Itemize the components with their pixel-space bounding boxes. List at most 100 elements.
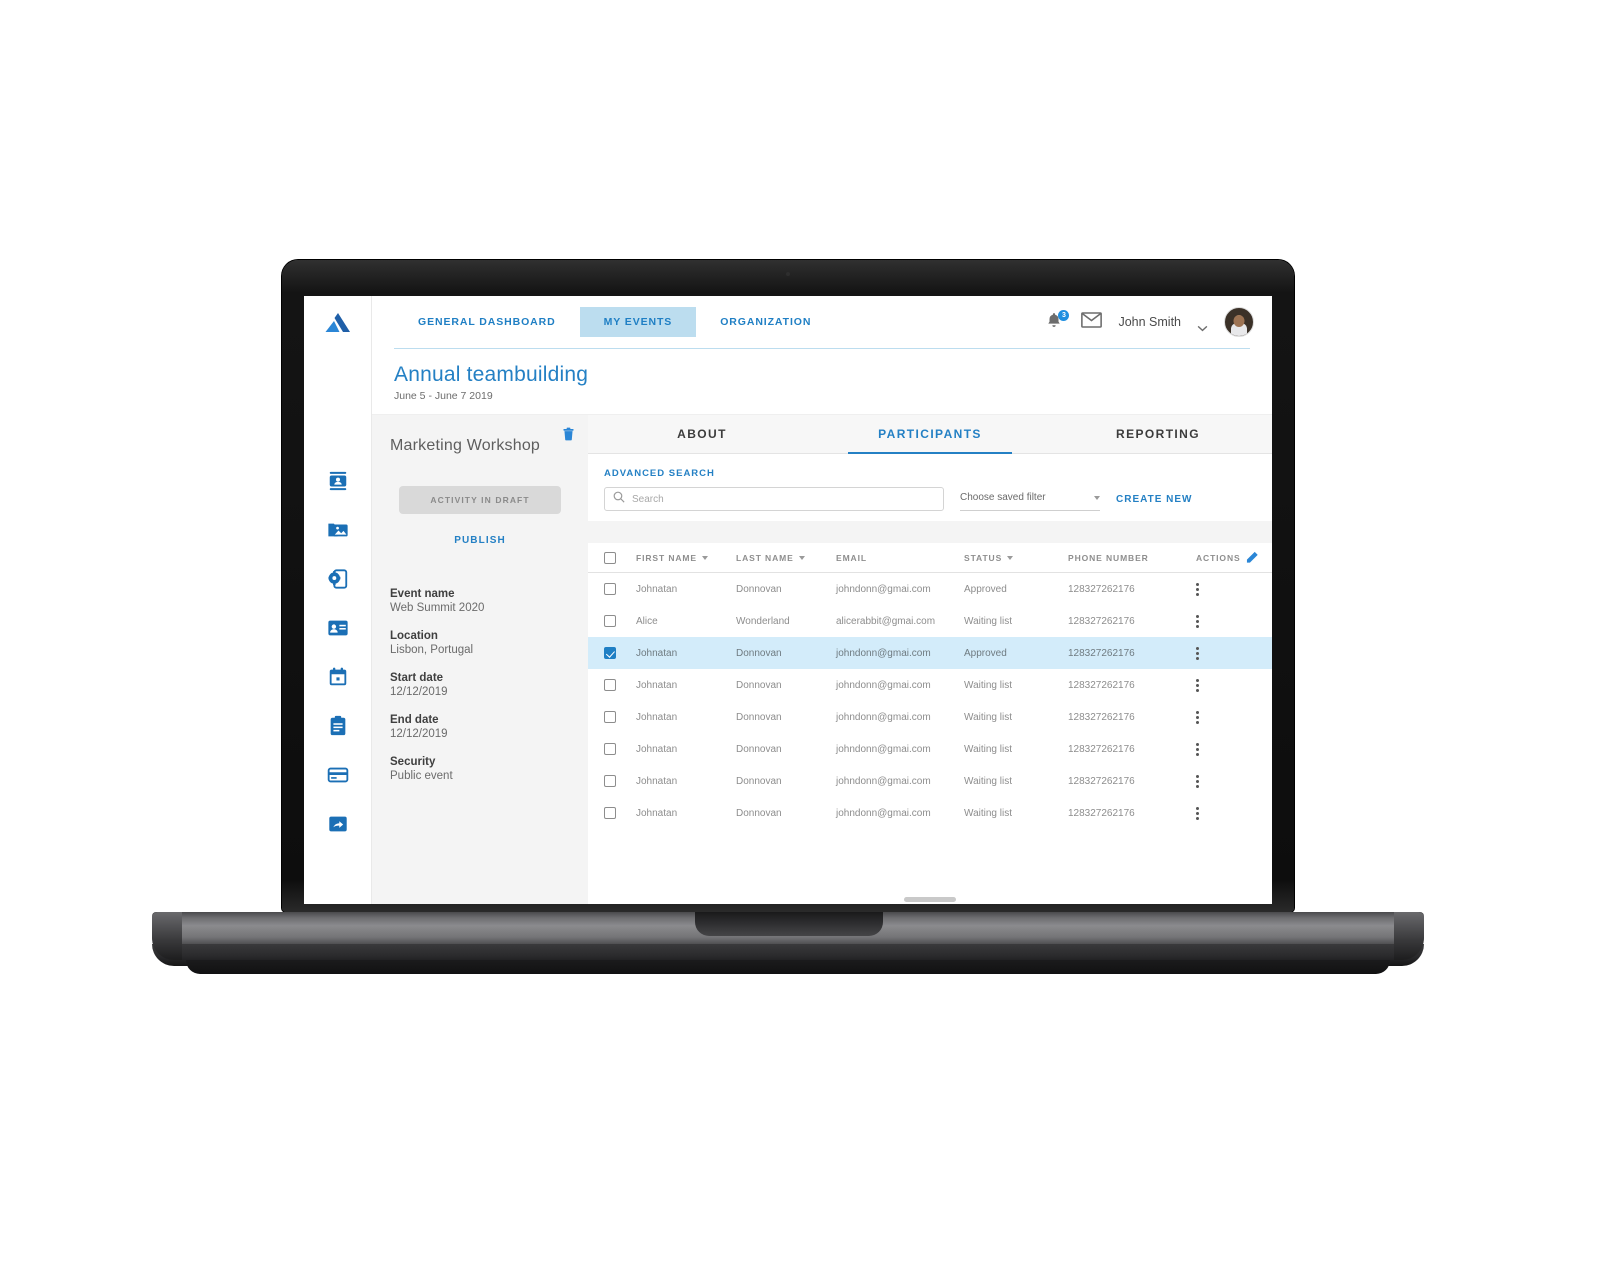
row-menu-icon[interactable]	[1196, 678, 1199, 692]
cell-status: Waiting list	[964, 679, 1012, 691]
user-name-label: John Smith	[1118, 315, 1181, 329]
row-menu-icon[interactable]	[1196, 774, 1199, 788]
cell-status: Waiting list	[964, 775, 1012, 787]
table-row[interactable]: Alice Wonderland alicerabbit@gmai.com Waiti…	[588, 605, 1272, 637]
cell-actions	[1196, 806, 1256, 820]
column-header-phone-number[interactable]: PHONE NUMBER	[1068, 553, 1196, 563]
cell-actions	[1196, 582, 1256, 596]
sidebar-rail	[304, 296, 372, 904]
sort-caret-icon	[798, 555, 805, 560]
row-checkbox[interactable]	[604, 583, 616, 595]
id-badge-icon[interactable]	[327, 617, 349, 639]
chevron-down-icon[interactable]	[1197, 319, 1208, 331]
cell-status: Waiting list	[964, 743, 1012, 755]
credit-card-icon[interactable]	[327, 764, 349, 786]
cell-actions	[1196, 742, 1256, 756]
contact-card-icon[interactable]	[327, 470, 349, 492]
column-header-status[interactable]: STATUS	[964, 553, 1068, 563]
cell-actions	[1196, 678, 1256, 692]
event-detail-panel: Marketing Workshop ACTIVITY IN DRAFT PUB…	[372, 415, 588, 904]
share-icon[interactable]	[327, 813, 349, 835]
cell-phone-number: 128327262176	[1068, 679, 1135, 691]
table-row[interactable]: Johnatan Donnovan johndonn@gmai.com Waiting…	[588, 669, 1272, 701]
publish-button[interactable]: PUBLISH	[390, 535, 570, 546]
row-menu-icon[interactable]	[1196, 710, 1199, 724]
avatar[interactable]	[1224, 307, 1254, 337]
table-row[interactable]: Johnatan Donnovan johndonn@gmai.com Waiting…	[588, 733, 1272, 765]
row-checkbox[interactable]	[604, 679, 616, 691]
table-row[interactable]: Johnatan Donnovan johndonn@gmai.com Waiting…	[588, 765, 1272, 797]
row-menu-icon[interactable]	[1196, 582, 1199, 596]
column-label: PHONE NUMBER	[1068, 552, 1149, 563]
cell-first-name: Johnatan	[636, 775, 678, 787]
participants-toolbar: ADVANCED SEARCH Search Choose saved filt…	[588, 454, 1272, 521]
row-select-cell	[604, 775, 636, 787]
column-header-first-name[interactable]: FIRST NAME	[636, 553, 736, 563]
activity-status-badge[interactable]: ACTIVITY IN DRAFT	[399, 486, 561, 514]
cell-first-name: Johnatan	[636, 679, 678, 691]
create-new-button[interactable]: CREATE NEW	[1116, 494, 1192, 505]
search-row: Choose saved filter CREATE NEW	[604, 487, 1256, 511]
page-date-range: June 5 - June 7 2019	[394, 390, 493, 402]
field-value: Lisbon, Portugal	[390, 644, 474, 656]
page-header: Annual teambuilding June 5 - June 7 2019	[372, 349, 1272, 414]
saved-filter-select[interactable]: Choose saved filter	[960, 487, 1100, 511]
select-all-checkbox[interactable]	[604, 551, 616, 564]
row-checkbox[interactable]	[604, 615, 616, 627]
pencil-icon[interactable]	[1246, 550, 1259, 565]
nav-tab-my-events[interactable]: MY EVENTS	[579, 307, 697, 337]
cell-actions	[1196, 774, 1256, 788]
laptop-base-shadow	[186, 960, 1390, 974]
row-menu-icon[interactable]	[1196, 646, 1199, 660]
mobile-settings-icon[interactable]	[327, 568, 349, 590]
nav-tab-organization[interactable]: ORGANIZATION	[696, 307, 835, 337]
trash-icon[interactable]	[563, 427, 574, 441]
advanced-search-link[interactable]: ADVANCED SEARCH	[604, 468, 1256, 479]
table-row[interactable]: Johnatan Donnovan johndonn@gmai.com Approve…	[588, 637, 1272, 669]
search-input[interactable]	[632, 493, 935, 505]
cell-email: johndonn@gmai.com	[836, 807, 931, 819]
row-checkbox[interactable]	[604, 647, 616, 659]
cell-email: alicerabbit@gmai.com	[836, 615, 936, 627]
horizontal-scrollbar[interactable]	[904, 897, 956, 902]
clipboard-icon[interactable]	[327, 715, 349, 737]
column-label: EMAIL	[836, 552, 867, 563]
row-checkbox[interactable]	[604, 711, 616, 723]
photo-folder-icon[interactable]	[327, 519, 349, 541]
row-menu-icon[interactable]	[1196, 614, 1199, 628]
table-row[interactable]: Johnatan Donnovan johndonn@gmai.com Approve…	[588, 573, 1272, 605]
table-row[interactable]: Johnatan Donnovan johndonn@gmai.com Waiting…	[588, 797, 1272, 829]
search-box[interactable]	[604, 487, 944, 511]
field-end-date: End date 12/12/2019	[390, 714, 570, 740]
cell-phone-number: 128327262176	[1068, 647, 1135, 659]
row-checkbox[interactable]	[604, 775, 616, 787]
nav-tab-general-dashboard[interactable]: GENERAL DASHBOARD	[394, 307, 580, 337]
field-location: Location Lisbon, Portugal	[390, 630, 570, 656]
row-menu-icon[interactable]	[1196, 806, 1199, 820]
main-area: GENERAL DASHBOARD MY EVENTS ORGANIZATION…	[372, 296, 1272, 904]
cell-phone-number: 128327262176	[1068, 615, 1135, 627]
content-tab-list: ABOUT PARTICIPANTS REPORTING	[588, 415, 1272, 454]
cell-last-name: Donnovan	[736, 711, 782, 723]
tab-reporting[interactable]: REPORTING	[1044, 415, 1272, 453]
row-select-cell	[604, 679, 636, 691]
column-header-email[interactable]: EMAIL	[836, 553, 964, 563]
row-checkbox[interactable]	[604, 807, 616, 819]
top-navigation: GENERAL DASHBOARD MY EVENTS ORGANIZATION…	[372, 296, 1272, 348]
table-row[interactable]: Johnatan Donnovan johndonn@gmai.com Waiting…	[588, 701, 1272, 733]
mail-icon[interactable]	[1081, 311, 1103, 333]
calendar-icon[interactable]	[327, 666, 349, 688]
row-menu-icon[interactable]	[1196, 742, 1199, 756]
cell-last-name: Donnovan	[736, 743, 782, 755]
cell-first-name: Johnatan	[636, 711, 678, 723]
column-label: LAST NAME	[736, 552, 794, 563]
company-logo[interactable]	[304, 296, 371, 348]
field-value: Public event	[390, 770, 453, 782]
tab-about[interactable]: ABOUT	[588, 415, 816, 453]
cell-actions	[1196, 710, 1256, 724]
notifications-button[interactable]: 3	[1045, 310, 1070, 333]
cell-phone-number: 128327262176	[1068, 807, 1135, 819]
tab-participants[interactable]: PARTICIPANTS	[816, 415, 1044, 454]
column-header-last-name[interactable]: LAST NAME	[736, 553, 836, 563]
row-checkbox[interactable]	[604, 743, 616, 755]
